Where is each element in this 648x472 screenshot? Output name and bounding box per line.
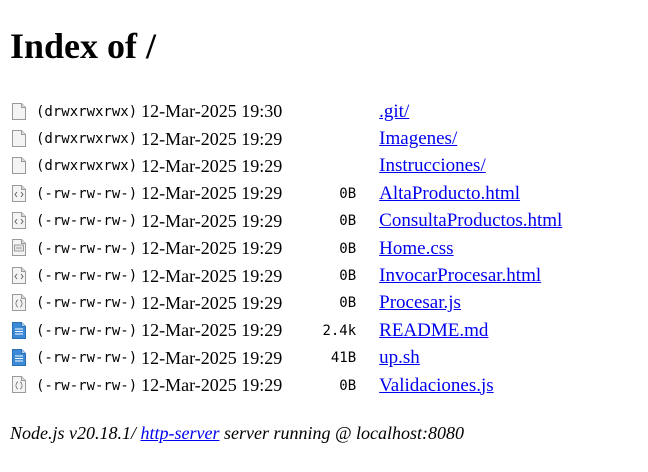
modified-date: 12-Mar-2025 19:29: [141, 375, 283, 396]
modified-date: 12-Mar-2025 19:29: [141, 347, 283, 368]
file-size: 0B: [339, 213, 357, 230]
js-file-icon: [12, 294, 26, 312]
permissions: (-rw-rw-rw-): [36, 240, 138, 257]
listing-row: (-rw-rw-rw-) 12-Mar-2025 19:29 0B Home.css: [12, 235, 562, 262]
permissions: (-rw-rw-rw-): [36, 268, 138, 285]
listing-row: (-rw-rw-rw-) 12-Mar-2025 19:29 0B ConsultaP…: [12, 208, 562, 235]
file-size: [316, 98, 379, 125]
listing-row: (drwxrwxrwx) 12-Mar-2025 19:29 Imagenes/: [12, 125, 562, 152]
icon-cell: [12, 290, 36, 317]
icon-cell: [12, 180, 36, 207]
name-cell: Imagenes/: [379, 125, 562, 152]
footer-suffix: server running @ localhost:8080: [219, 423, 465, 443]
text-file-icon: [12, 349, 26, 367]
name-cell: Instrucciones/: [379, 153, 562, 180]
icon-cell: [12, 153, 36, 180]
icon-cell: [12, 262, 36, 289]
modified-date: 12-Mar-2025 19:29: [141, 155, 283, 176]
folder-icon: [12, 157, 26, 175]
permissions: (-rw-rw-rw-): [36, 350, 138, 367]
file-link[interactable]: InvocarProcesar.html: [379, 265, 541, 286]
listing-row: (drwxrwxrwx) 12-Mar-2025 19:30 .git/: [12, 98, 562, 125]
modified-date: 12-Mar-2025 19:29: [141, 210, 283, 231]
file-size: 0B: [339, 377, 357, 394]
name-cell: Home.css: [379, 235, 562, 262]
folder-icon: [12, 102, 26, 120]
file-size: 0B: [339, 295, 357, 312]
file-link[interactable]: Imagenes/: [379, 128, 457, 149]
file-link[interactable]: .git/: [379, 101, 409, 122]
file-link[interactable]: ConsultaProductos.html: [379, 210, 562, 231]
icon-cell: [12, 235, 36, 262]
file-size: 0B: [339, 185, 357, 202]
permissions: (drwxrwxrwx): [36, 158, 138, 175]
file-size: [316, 125, 379, 152]
html-file-icon: [12, 184, 26, 202]
modified-date: 12-Mar-2025 19:29: [141, 265, 283, 286]
file-link[interactable]: up.sh: [379, 347, 420, 368]
listing-row: (-rw-rw-rw-) 12-Mar-2025 19:29 0B Procesar.…: [12, 290, 562, 317]
file-link[interactable]: Instrucciones/: [379, 155, 486, 176]
permissions: (drwxrwxrwx): [36, 131, 138, 148]
file-size: 2.4k: [322, 322, 357, 339]
css-file-icon: [12, 239, 26, 257]
file-link[interactable]: Validaciones.js: [379, 375, 494, 396]
modified-date: 12-Mar-2025 19:30: [141, 101, 283, 122]
name-cell: ConsultaProductos.html: [379, 208, 562, 235]
modified-date: 12-Mar-2025 19:29: [141, 320, 283, 341]
icon-cell: [12, 317, 36, 344]
icon-cell: [12, 208, 36, 235]
file-link[interactable]: README.md: [379, 320, 488, 341]
name-cell: .git/: [379, 98, 562, 125]
listing-row: (-rw-rw-rw-) 12-Mar-2025 19:29 0B Validacio…: [12, 372, 562, 399]
html-file-icon: [12, 212, 26, 230]
modified-date: 12-Mar-2025 19:29: [141, 183, 283, 204]
footer-prefix: Node.js v20.18.1/: [10, 423, 141, 443]
html-file-icon: [12, 266, 26, 284]
text-file-icon: [12, 321, 26, 339]
listing-row: (-rw-rw-rw-) 12-Mar-2025 19:29 0B AltaProdu…: [12, 180, 562, 207]
page-title: Index of /: [10, 26, 157, 66]
listing-row: (-rw-rw-rw-) 12-Mar-2025 19:29 41B up.sh: [12, 345, 562, 372]
directory-listing: (drwxrwxrwx) 12-Mar-2025 19:30 .git/(drwxr…: [12, 98, 562, 399]
modified-date: 12-Mar-2025 19:29: [141, 292, 283, 313]
name-cell: Procesar.js: [379, 290, 562, 317]
permissions: (drwxrwxrwx): [36, 103, 138, 120]
name-cell: AltaProducto.html: [379, 180, 562, 207]
name-cell: InvocarProcesar.html: [379, 262, 562, 289]
name-cell: up.sh: [379, 345, 562, 372]
icon-cell: [12, 345, 36, 372]
file-size: [316, 153, 379, 180]
file-link[interactable]: AltaProducto.html: [379, 183, 520, 204]
permissions: (-rw-rw-rw-): [36, 185, 138, 202]
name-cell: README.md: [379, 317, 562, 344]
listing-row: (-rw-rw-rw-) 12-Mar-2025 19:29 0B InvocarPr…: [12, 262, 562, 289]
name-cell: Validaciones.js: [379, 372, 562, 399]
permissions: (-rw-rw-rw-): [36, 322, 138, 339]
listing-row: (drwxrwxrwx) 12-Mar-2025 19:29 Instruccion…: [12, 153, 562, 180]
icon-cell: [12, 372, 36, 399]
file-size: 41B: [330, 350, 357, 367]
icon-cell: [12, 98, 36, 125]
file-link[interactable]: Home.css: [379, 238, 453, 259]
http-server-link[interactable]: http-server: [141, 423, 220, 443]
file-size: 0B: [339, 268, 357, 285]
permissions: (-rw-rw-rw-): [36, 295, 138, 312]
permissions: (-rw-rw-rw-): [36, 213, 138, 230]
js-file-icon: [12, 376, 26, 394]
file-link[interactable]: Procesar.js: [379, 292, 461, 313]
file-size: 0B: [339, 240, 357, 257]
modified-date: 12-Mar-2025 19:29: [141, 238, 283, 259]
modified-date: 12-Mar-2025 19:29: [141, 128, 283, 149]
server-footer: Node.js v20.18.1/ http-server server run…: [10, 423, 464, 444]
listing-row: (-rw-rw-rw-) 12-Mar-2025 19:29 2.4k README.…: [12, 317, 562, 344]
icon-cell: [12, 125, 36, 152]
folder-icon: [12, 129, 26, 147]
permissions: (-rw-rw-rw-): [36, 377, 138, 394]
